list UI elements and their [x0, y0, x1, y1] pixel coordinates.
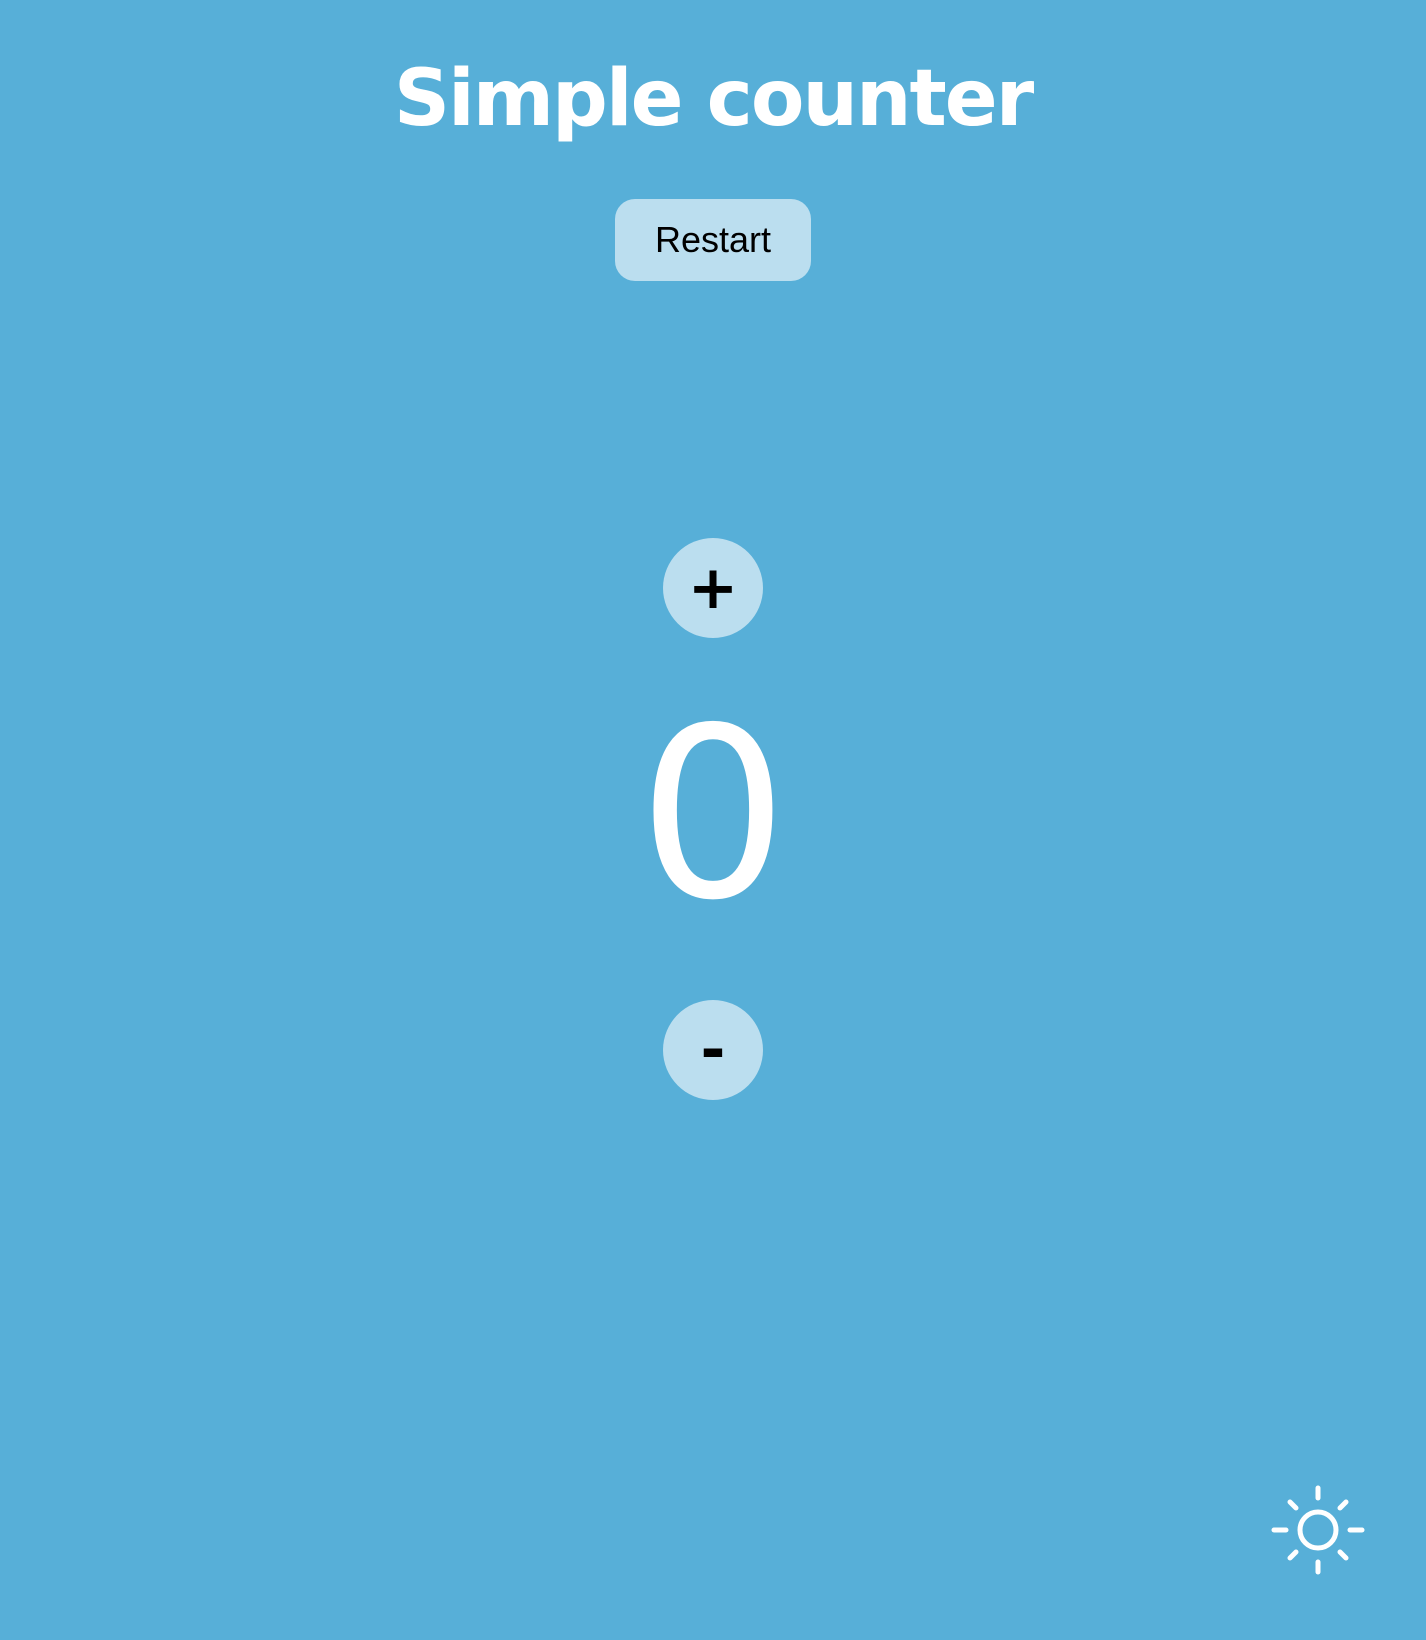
counter-value: 0 [637, 677, 789, 952]
increment-button[interactable]: + [663, 538, 763, 638]
theme-toggle-button[interactable] [1270, 1484, 1366, 1580]
restart-button[interactable]: Restart [615, 199, 811, 281]
page-title: Simple counter [393, 54, 1034, 144]
sun-icon [1271, 1485, 1365, 1575]
decrement-button[interactable]: - [663, 1000, 763, 1100]
